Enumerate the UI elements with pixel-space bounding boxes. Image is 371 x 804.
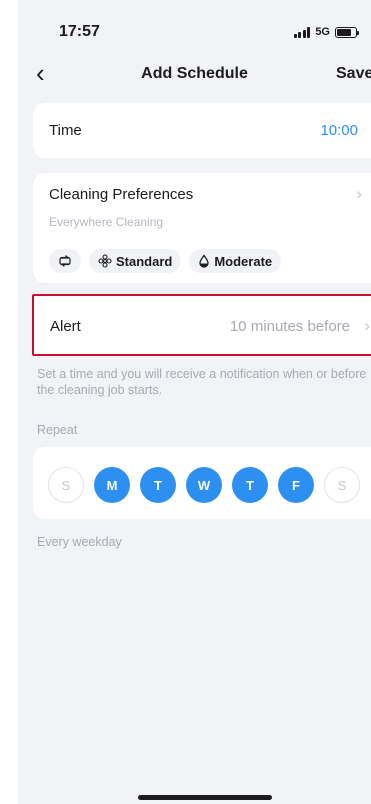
- preference-chips: Standard Moderate: [49, 249, 282, 273]
- chevron-right-icon: ›: [356, 184, 362, 203]
- day-wednesday[interactable]: W: [186, 467, 222, 503]
- repeat-days-card: S M T W T F S: [33, 447, 371, 519]
- repeat-label: Repeat: [37, 423, 78, 437]
- day-selector: S M T W T F S: [48, 467, 360, 503]
- water-label: Moderate: [214, 253, 273, 269]
- network-label: 5G: [315, 26, 330, 38]
- status-bar: 17:57 5G: [18, 0, 371, 54]
- day-tuesday[interactable]: T: [140, 467, 176, 503]
- cleaning-preferences-subtitle: Everywhere Cleaning: [49, 215, 164, 229]
- status-time: 17:57: [59, 23, 100, 40]
- repeat-summary: Every weekday: [37, 535, 122, 549]
- alert-label: Alert: [50, 318, 81, 335]
- home-indicator[interactable]: [138, 795, 272, 800]
- suction-label: Standard: [116, 253, 173, 269]
- water-chip: Moderate: [189, 249, 282, 273]
- time-row[interactable]: Time 10:00: [33, 103, 371, 158]
- alert-note: Set a time and you will receive a notifi…: [37, 367, 367, 397]
- phone-screen: 17:57 5G ‹ Add Schedule Save Time 10:00 …: [18, 0, 371, 804]
- cleaning-preferences-card[interactable]: Cleaning Preferences › Everywhere Cleani…: [33, 173, 371, 283]
- cleaning-preferences-title: Cleaning Preferences: [49, 186, 194, 203]
- time-value[interactable]: 10:00: [320, 122, 358, 139]
- day-thursday[interactable]: T: [232, 467, 268, 503]
- page-title: Add Schedule: [141, 65, 248, 82]
- day-saturday[interactable]: S: [324, 467, 360, 503]
- nav-bar: ‹ Add Schedule Save: [18, 56, 371, 92]
- mode-icon: [58, 254, 72, 268]
- day-sunday[interactable]: S: [48, 467, 84, 503]
- alert-row[interactable]: Alert 10 minutes before ›: [32, 294, 371, 356]
- alert-value: 10 minutes before: [229, 318, 350, 335]
- status-icons: 5G: [293, 26, 359, 38]
- battery-icon: [335, 26, 359, 38]
- mode-chip: [49, 249, 81, 273]
- signal-icon: [293, 26, 311, 38]
- day-monday[interactable]: M: [94, 467, 130, 503]
- chevron-right-icon: ›: [364, 316, 370, 335]
- save-button[interactable]: Save: [336, 65, 371, 83]
- fan-icon: [98, 254, 112, 268]
- time-label: Time: [49, 122, 82, 139]
- water-drop-icon: [198, 254, 210, 268]
- day-friday[interactable]: F: [278, 467, 314, 503]
- suction-chip: Standard: [89, 249, 182, 273]
